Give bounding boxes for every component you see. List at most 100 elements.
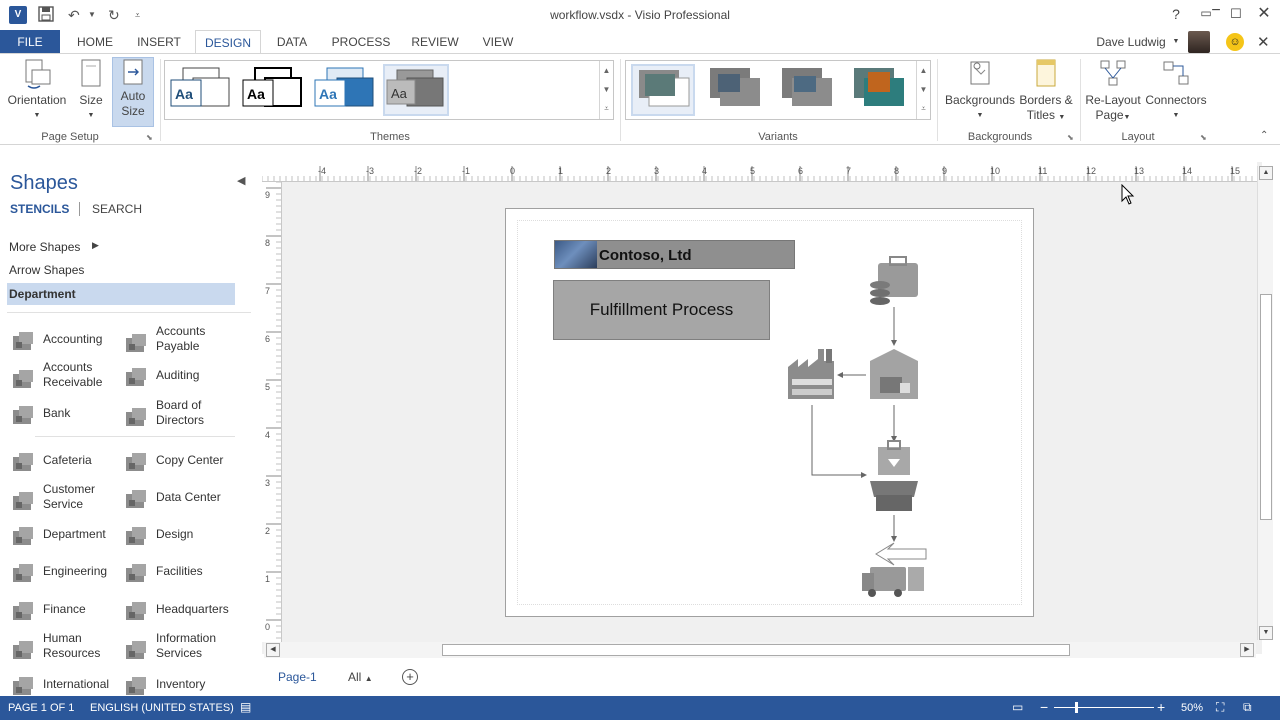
layout-launcher-icon[interactable]: ⬊ bbox=[1200, 133, 1207, 142]
page-tab-1[interactable]: Page-1 bbox=[278, 670, 317, 684]
tab-search[interactable]: SEARCH bbox=[92, 202, 142, 216]
v-ruler-label: 4 bbox=[265, 430, 270, 440]
add-page-icon[interactable]: + bbox=[402, 669, 418, 685]
tab-design[interactable]: DESIGN bbox=[195, 30, 261, 54]
stencil-shape-label-line1: Accounting bbox=[43, 332, 103, 346]
borders-titles-button[interactable]: Borders & Titles ▼ bbox=[1016, 58, 1076, 125]
more-shapes-link[interactable]: More Shapes bbox=[9, 240, 80, 254]
stencil-shape-customer-service[interactable]: Customer Service bbox=[10, 482, 130, 516]
tab-view[interactable]: VIEW bbox=[474, 30, 522, 54]
avatar[interactable] bbox=[1188, 31, 1210, 53]
variant-thumb-3[interactable] bbox=[776, 64, 840, 116]
close-document-icon[interactable]: ✕ bbox=[1257, 33, 1270, 51]
stencil-shape-auditing[interactable]: Auditing bbox=[123, 368, 243, 402]
h-ruler-label: 7 bbox=[846, 166, 851, 176]
svg-text:Aa: Aa bbox=[175, 86, 193, 102]
vertical-scrollbar[interactable]: ▲ ▼ bbox=[1257, 166, 1273, 640]
collapse-ribbon-icon[interactable]: ⌃ bbox=[1260, 130, 1268, 141]
factory-shape[interactable] bbox=[788, 349, 834, 399]
scroll-down-icon[interactable]: ▼ bbox=[1259, 626, 1273, 640]
v-ruler-label: 8 bbox=[265, 238, 270, 248]
vertical-scroll-thumb[interactable] bbox=[1260, 294, 1272, 520]
variant-thumb-1[interactable] bbox=[631, 64, 695, 116]
stencil-shape-facilities[interactable]: Facilities bbox=[123, 564, 243, 598]
page-setup-launcher-icon[interactable]: ⬊ bbox=[146, 133, 153, 142]
maximize-button[interactable]: ☐ bbox=[1226, 6, 1246, 22]
arrow-shapes-stencil[interactable]: Arrow Shapes bbox=[9, 263, 84, 277]
scroll-left-icon[interactable]: ◀ bbox=[266, 643, 280, 657]
more-shapes-arrow-icon[interactable]: ▶ bbox=[92, 240, 99, 251]
backgrounds-button[interactable]: Backgrounds ▼ bbox=[944, 58, 1016, 123]
variant-thumb-2[interactable] bbox=[704, 64, 768, 116]
variants-gallery-scroll[interactable]: ▲ ▼ ⩡ bbox=[916, 61, 930, 119]
stencil-shape-bank[interactable]: Bank bbox=[10, 406, 130, 440]
size-button[interactable]: Size ▼ bbox=[74, 58, 108, 123]
macro-record-icon[interactable]: ▤ bbox=[240, 700, 251, 714]
connectors-button[interactable]: Connectors ▼ bbox=[1144, 58, 1208, 123]
theme-thumb-3[interactable]: Aa bbox=[313, 64, 379, 116]
horizontal-scroll-thumb[interactable] bbox=[442, 644, 1070, 656]
relayout-page-button[interactable]: Re-Layout Page▼ bbox=[1084, 58, 1142, 125]
theme-thumb-1[interactable]: Aa bbox=[169, 64, 235, 116]
themes-gallery-scroll[interactable]: ▲ ▼ ⩡ bbox=[599, 61, 613, 119]
process-flow-diagram[interactable] bbox=[776, 249, 936, 599]
close-button[interactable]: ✕ bbox=[1254, 3, 1274, 23]
stencil-shape-board-of-directors[interactable]: Board of Directors bbox=[123, 398, 243, 432]
language-status[interactable]: ENGLISH (UNITED STATES) bbox=[90, 702, 234, 714]
stencil-shape-accounts-payable[interactable]: Accounts Payable bbox=[123, 324, 243, 358]
switch-windows-icon[interactable]: ⧉ bbox=[1243, 700, 1252, 715]
collapse-pane-icon[interactable]: ◀ bbox=[237, 174, 245, 187]
tab-stencils[interactable]: STENCILS bbox=[10, 202, 69, 216]
theme-thumb-2[interactable]: Aa bbox=[241, 64, 307, 116]
drawing-page[interactable]: Contoso, Ltd Fulfillment Process bbox=[505, 208, 1034, 617]
shipping-shape[interactable] bbox=[862, 542, 927, 597]
shapes-pane-title: Shapes bbox=[10, 172, 78, 194]
auto-size-button[interactable]: Auto Size bbox=[112, 57, 154, 127]
user-dropdown-icon[interactable]: ▼ bbox=[1170, 30, 1182, 54]
zoom-slider[interactable] bbox=[1054, 702, 1154, 713]
scroll-up-icon[interactable]: ▲ bbox=[1259, 166, 1273, 180]
scroll-right-icon[interactable]: ▶ bbox=[1240, 643, 1254, 657]
orders-shape[interactable] bbox=[870, 256, 918, 305]
horizontal-scrollbar[interactable]: ◀ ▶ bbox=[264, 642, 1256, 658]
tab-data[interactable]: DATA bbox=[268, 30, 316, 54]
stencil-shape-data-center[interactable]: Data Center bbox=[123, 490, 243, 524]
stencil-shape-icon bbox=[10, 598, 38, 624]
orientation-button[interactable]: Orientation ▼ bbox=[6, 58, 68, 123]
process-title-box[interactable]: Fulfillment Process bbox=[553, 280, 770, 340]
user-name[interactable]: Dave Ludwig bbox=[1092, 30, 1170, 54]
variant-thumb-4[interactable] bbox=[848, 64, 912, 116]
backgrounds-launcher-icon[interactable]: ⬊ bbox=[1067, 133, 1074, 142]
tab-review[interactable]: REVIEW bbox=[404, 30, 466, 54]
tab-process[interactable]: PROCESS bbox=[326, 30, 396, 54]
ribbon-tabs: FILE HOME INSERT DESIGN DATA PROCESS REV… bbox=[0, 30, 1280, 54]
theme-thumb-4[interactable]: Aa bbox=[383, 64, 449, 116]
tab-insert[interactable]: INSERT bbox=[130, 30, 188, 54]
tab-home[interactable]: HOME bbox=[68, 30, 122, 54]
presentation-mode-icon[interactable]: ▭ bbox=[1012, 700, 1023, 714]
minimize-button[interactable]: − bbox=[1206, 2, 1226, 20]
h-ruler-label: 0 bbox=[510, 166, 515, 176]
stencil-shape-engineering[interactable]: Engineering bbox=[10, 564, 130, 598]
warehouse-shape[interactable] bbox=[870, 349, 918, 399]
stencil-shape-accounts-receivable[interactable]: Accounts Receivable bbox=[10, 360, 130, 394]
zoom-out-icon[interactable]: − bbox=[1040, 699, 1048, 715]
zoom-level[interactable]: 50% bbox=[1181, 702, 1203, 714]
h-ruler-label: 5 bbox=[750, 166, 755, 176]
zoom-slider-thumb[interactable] bbox=[1075, 702, 1078, 713]
stencil-shape-copy-center[interactable]: Copy Center bbox=[123, 453, 243, 487]
packaging-shape[interactable] bbox=[870, 440, 918, 511]
company-banner[interactable]: Contoso, Ltd bbox=[554, 240, 795, 269]
department-stencil[interactable]: Department bbox=[7, 283, 235, 305]
zoom-in-icon[interactable]: + bbox=[1157, 699, 1165, 715]
fit-page-icon[interactable]: ⛶ bbox=[1216, 700, 1224, 715]
smiley-feedback-icon[interactable]: ☺ bbox=[1226, 33, 1244, 51]
stencil-shape-design[interactable]: Design bbox=[123, 527, 243, 561]
stencil-shape-human-resources[interactable]: Human Resources bbox=[10, 631, 130, 665]
all-pages-tab[interactable]: All ▲ bbox=[348, 670, 373, 684]
tab-file[interactable]: FILE bbox=[0, 30, 60, 54]
stencil-shape-department[interactable]: Department bbox=[10, 527, 130, 561]
page-status[interactable]: PAGE 1 OF 1 bbox=[8, 702, 74, 714]
stencil-shape-information-services[interactable]: Information Services bbox=[123, 631, 243, 665]
help-button[interactable]: ? bbox=[1166, 6, 1186, 22]
